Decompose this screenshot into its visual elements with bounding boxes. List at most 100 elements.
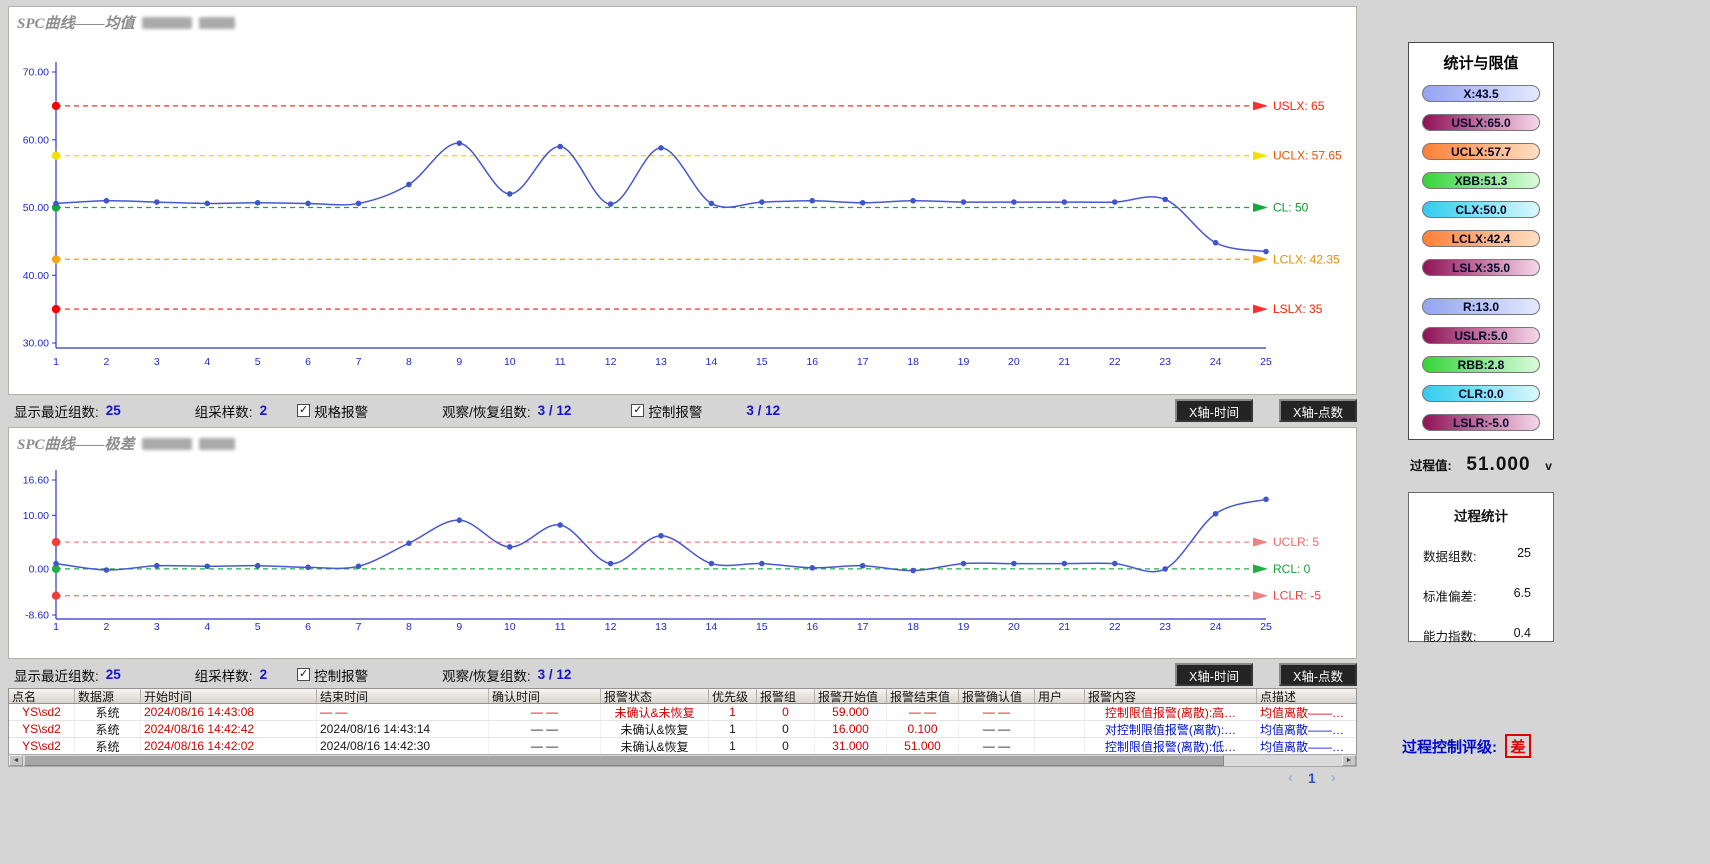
column-header[interactable]: 开始时间 [141,689,317,703]
data-point-marker [104,567,110,573]
table-cell: 系统 [75,738,141,754]
data-point-marker [1162,566,1168,572]
process-stat-row: 标准偏差:6.5 [1409,586,1553,605]
column-header[interactable]: 结束时间 [317,689,489,703]
data-point-marker [204,201,210,207]
data-point-marker [608,561,614,567]
x-tick-label: 18 [907,356,919,368]
data-point-marker [1062,561,1068,567]
sample-count-value: 2 [260,403,268,418]
x-tick-label: 7 [356,621,362,633]
x-tick-label: 5 [255,356,261,368]
limit-arrow-icon [1253,538,1268,547]
ctrl-alarm-label: 控制报警 [314,665,368,685]
column-header[interactable]: 报警结束值 [887,689,959,703]
next-page-icon[interactable]: › [1331,769,1336,786]
table-cell: 未确认&未恢复 [601,704,709,720]
table-row[interactable]: YS\sd2系统2024/08/16 14:43:08— —— —未确认&未恢复… [9,704,1356,721]
x-tick-label: 16 [806,356,818,368]
limit-label-LCLR: LCLR: -5 [1273,589,1321,603]
column-header[interactable]: 报警确认值 [959,689,1035,703]
table-cell: 对控制限值报警(离散):… [1085,721,1257,737]
process-stat-row: 数据组数:25 [1409,546,1553,565]
scroll-right-icon[interactable]: ► [1342,755,1356,766]
xaxis-time-button[interactable]: X轴-时间 [1175,663,1253,686]
ctrl-alarm-label: 控制报警 [648,401,702,421]
column-header[interactable]: 用户 [1035,689,1085,703]
column-header[interactable]: 点描述 [1257,689,1357,703]
table-row[interactable]: YS\sd2系统2024/08/16 14:42:422024/08/16 14… [9,721,1356,738]
column-header[interactable]: 报警状态 [601,689,709,703]
data-point-marker [255,563,261,569]
spec-alarm-checkbox[interactable]: ✓ 规格报警 [297,401,368,421]
column-header[interactable]: 优先级 [709,689,757,703]
xaxis-points-button[interactable]: X轴-点数 [1279,399,1357,422]
process-value-row: 过程值: 51.000 v [1408,454,1554,476]
x-tick-label: 11 [555,621,566,633]
current-page[interactable]: 1 [1308,770,1316,786]
column-header[interactable]: 报警组 [757,689,815,703]
scrollbar-thumb[interactable] [24,755,1224,766]
stat-pill-clr: CLR:0.0 [1422,385,1540,402]
x-tick-label: 4 [204,356,210,368]
scroll-left-icon[interactable]: ◄ [9,755,23,766]
data-point-marker [608,201,614,207]
column-header[interactable]: 报警内容 [1085,689,1257,703]
column-header[interactable]: 数据源 [75,689,141,703]
table-cell: 1 [709,704,757,720]
limit-arrow-icon [1253,305,1268,314]
x-tick-label: 2 [103,621,109,633]
table-cell: 系统 [75,704,141,720]
data-point-marker [204,563,210,569]
x-tick-label: 25 [1260,356,1272,368]
stat-pill-uslx: USLX:65.0 [1422,114,1540,131]
data-point-marker [658,533,664,539]
table-cell [1035,738,1085,754]
table-cell: 均值离散——… [1257,738,1357,754]
data-point-marker [305,565,311,571]
prev-page-icon[interactable]: ‹ [1288,769,1293,786]
limit-arrow-icon [1253,151,1268,160]
table-cell: 16.000 [815,721,887,737]
column-header[interactable]: 报警开始值 [815,689,887,703]
table-cell: — — [959,738,1035,754]
ctrl-alarm-checkbox[interactable]: ✓ 控制报警 [297,665,368,685]
table-row[interactable]: YS\sd2系统2024/08/16 14:42:022024/08/16 14… [9,738,1356,754]
data-point-marker [104,198,110,204]
data-point-marker [154,563,160,569]
recent-groups-label: 显示最近组数: [14,665,99,685]
limits-panel-title: 统计与限值 [1409,43,1553,73]
data-point-marker [1011,561,1017,567]
data-point-marker [759,199,765,205]
data-point-marker [1213,511,1219,517]
column-header[interactable]: 确认时间 [489,689,601,703]
data-point-marker [507,544,513,550]
ctrl-alarm-checkbox[interactable]: ✓ 控制报警 [631,401,702,421]
watch-recover-label: 观察/恢复组数: [442,401,531,421]
column-header[interactable]: 点名 [9,689,75,703]
xaxis-time-button[interactable]: X轴-时间 [1175,399,1253,422]
x-tick-label: 11 [555,356,566,368]
data-point-marker [860,563,866,569]
x-tick-label: 24 [1210,621,1222,633]
data-point-marker [809,565,815,571]
x-tick-label: 22 [1109,621,1121,633]
x-tick-label: 8 [406,356,412,368]
table-cell: 未确认&恢复 [601,738,709,754]
x-tick-label: 15 [756,356,768,368]
data-point-marker [557,144,563,150]
rating-label: 过程控制评级: [1402,736,1497,757]
redacted-text [199,17,235,29]
y-tick-label: 0.00 [29,563,50,575]
table-cell: 控制限值报警(离散):高… [1085,704,1257,720]
range-chart-panel: UCLR: 5RCL: 0LCLR: -516.6010.000.00-8.60… [8,427,1357,659]
xaxis-points-button[interactable]: X轴-点数 [1279,663,1357,686]
horizontal-scrollbar[interactable]: ◄ ► [8,754,1357,767]
data-point-marker [154,199,160,205]
data-point-marker [860,200,866,206]
x-tick-label: 5 [255,621,261,633]
recent-groups-value: 25 [106,667,121,682]
x-tick-label: 13 [655,356,667,368]
watch-recover-label: 观察/恢复组数: [442,665,531,685]
table-cell: — — [489,738,601,754]
